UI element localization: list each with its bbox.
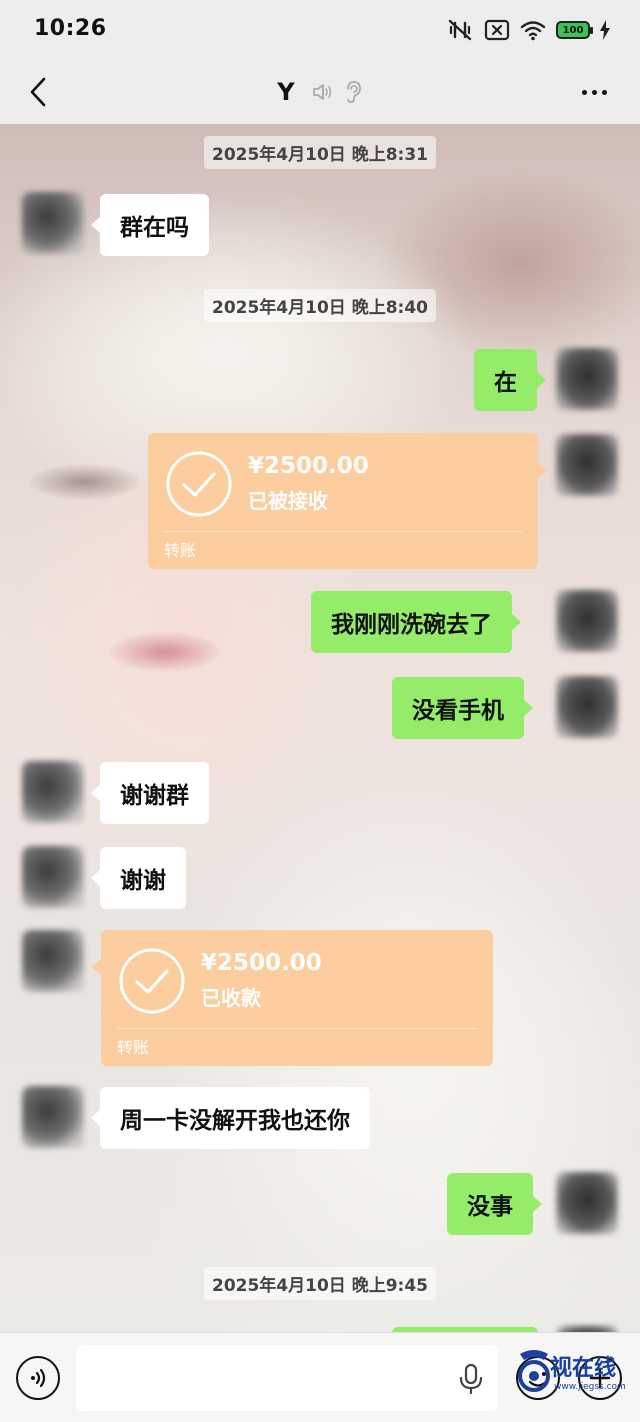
my-avatar[interactable] — [556, 434, 618, 496]
contact-avatar[interactable] — [22, 192, 84, 254]
emoji-button[interactable] — [516, 1356, 560, 1400]
more-icon — [581, 89, 587, 95]
charging-icon — [600, 20, 610, 40]
received-message[interactable]: 周一卡没解开我也还你 — [91, 1087, 370, 1149]
sent-message[interactable]: 没事 — [447, 1173, 542, 1235]
timestamp: 2025年4月10日 晚上8:40 — [203, 289, 437, 322]
transfer-amount: ¥2500.00 — [248, 453, 369, 479]
timestamp: 2025年4月10日 晚上9:45 — [203, 1267, 437, 1300]
chat-title: Y — [277, 78, 295, 106]
plus-icon — [589, 1367, 611, 1389]
wifi-icon — [520, 21, 546, 41]
transfer-received-check-icon — [166, 451, 232, 517]
more-functions-button[interactable] — [578, 1356, 622, 1400]
nav-bar: Y — [0, 60, 640, 124]
ear-icon — [346, 81, 361, 103]
status-bar: 10:26 100 — [0, 0, 640, 60]
input-bar — [0, 1332, 640, 1422]
my-avatar[interactable] — [556, 1172, 618, 1234]
my-avatar[interactable] — [556, 590, 618, 652]
voice-off-icon — [312, 84, 331, 100]
chat-area[interactable]: 2025年4月10日 晚上8:31 群在吗 2025年4月10日 晚上8:40 … — [0, 124, 640, 1332]
transfer-card-received[interactable]: ¥2500.00 已收款 转账 — [92, 930, 493, 1066]
transfer-divider — [164, 531, 522, 532]
transfer-divider — [117, 1028, 477, 1029]
wallpaper-lips — [110, 632, 220, 672]
status-icons: 100 — [446, 16, 610, 44]
emoji-icon — [528, 1372, 548, 1387]
transfer-card-sent[interactable]: ¥2500.00 已被接收 转账 — [148, 433, 547, 569]
sent-message[interactable]: 没看手机 — [392, 677, 533, 739]
wallpaper-eye — [30, 464, 140, 500]
my-avatar[interactable] — [556, 348, 618, 410]
contact-avatar[interactable] — [22, 846, 84, 908]
voice-input-button[interactable] — [16, 1356, 60, 1400]
battery-icon: 100 — [556, 21, 593, 39]
my-avatar[interactable] — [556, 676, 618, 738]
voice-wave-icon — [31, 1368, 46, 1388]
received-message[interactable]: 谢谢 — [91, 847, 186, 909]
contact-avatar[interactable] — [22, 761, 84, 823]
mute-vibrate-icon — [448, 19, 472, 41]
received-message[interactable]: 谢谢群 — [91, 762, 209, 824]
sent-message[interactable]: 在 — [474, 349, 546, 411]
sim-off-icon — [484, 19, 510, 41]
transfer-received-check-icon — [119, 948, 185, 1014]
message-input[interactable] — [76, 1345, 498, 1411]
contact-avatar[interactable] — [22, 1086, 84, 1148]
received-message[interactable]: 群在吗 — [91, 194, 209, 256]
more-button[interactable] — [574, 76, 614, 108]
chat-title-area: Y — [0, 60, 640, 124]
sent-message[interactable]: 我刚刚洗碗去了 — [311, 591, 521, 653]
transfer-status: 已收款 — [201, 986, 261, 1010]
contact-avatar[interactable] — [22, 930, 84, 992]
status-time: 10:26 — [34, 16, 107, 41]
transfer-amount: ¥2500.00 — [201, 950, 322, 976]
mic-icon[interactable] — [456, 1363, 486, 1395]
transfer-label: 转账 — [117, 1038, 150, 1057]
battery-level: 100 — [562, 24, 584, 36]
transfer-label: 转账 — [164, 541, 197, 560]
timestamp: 2025年4月10日 晚上8:31 — [203, 136, 437, 169]
transfer-status: 已被接收 — [248, 489, 328, 513]
